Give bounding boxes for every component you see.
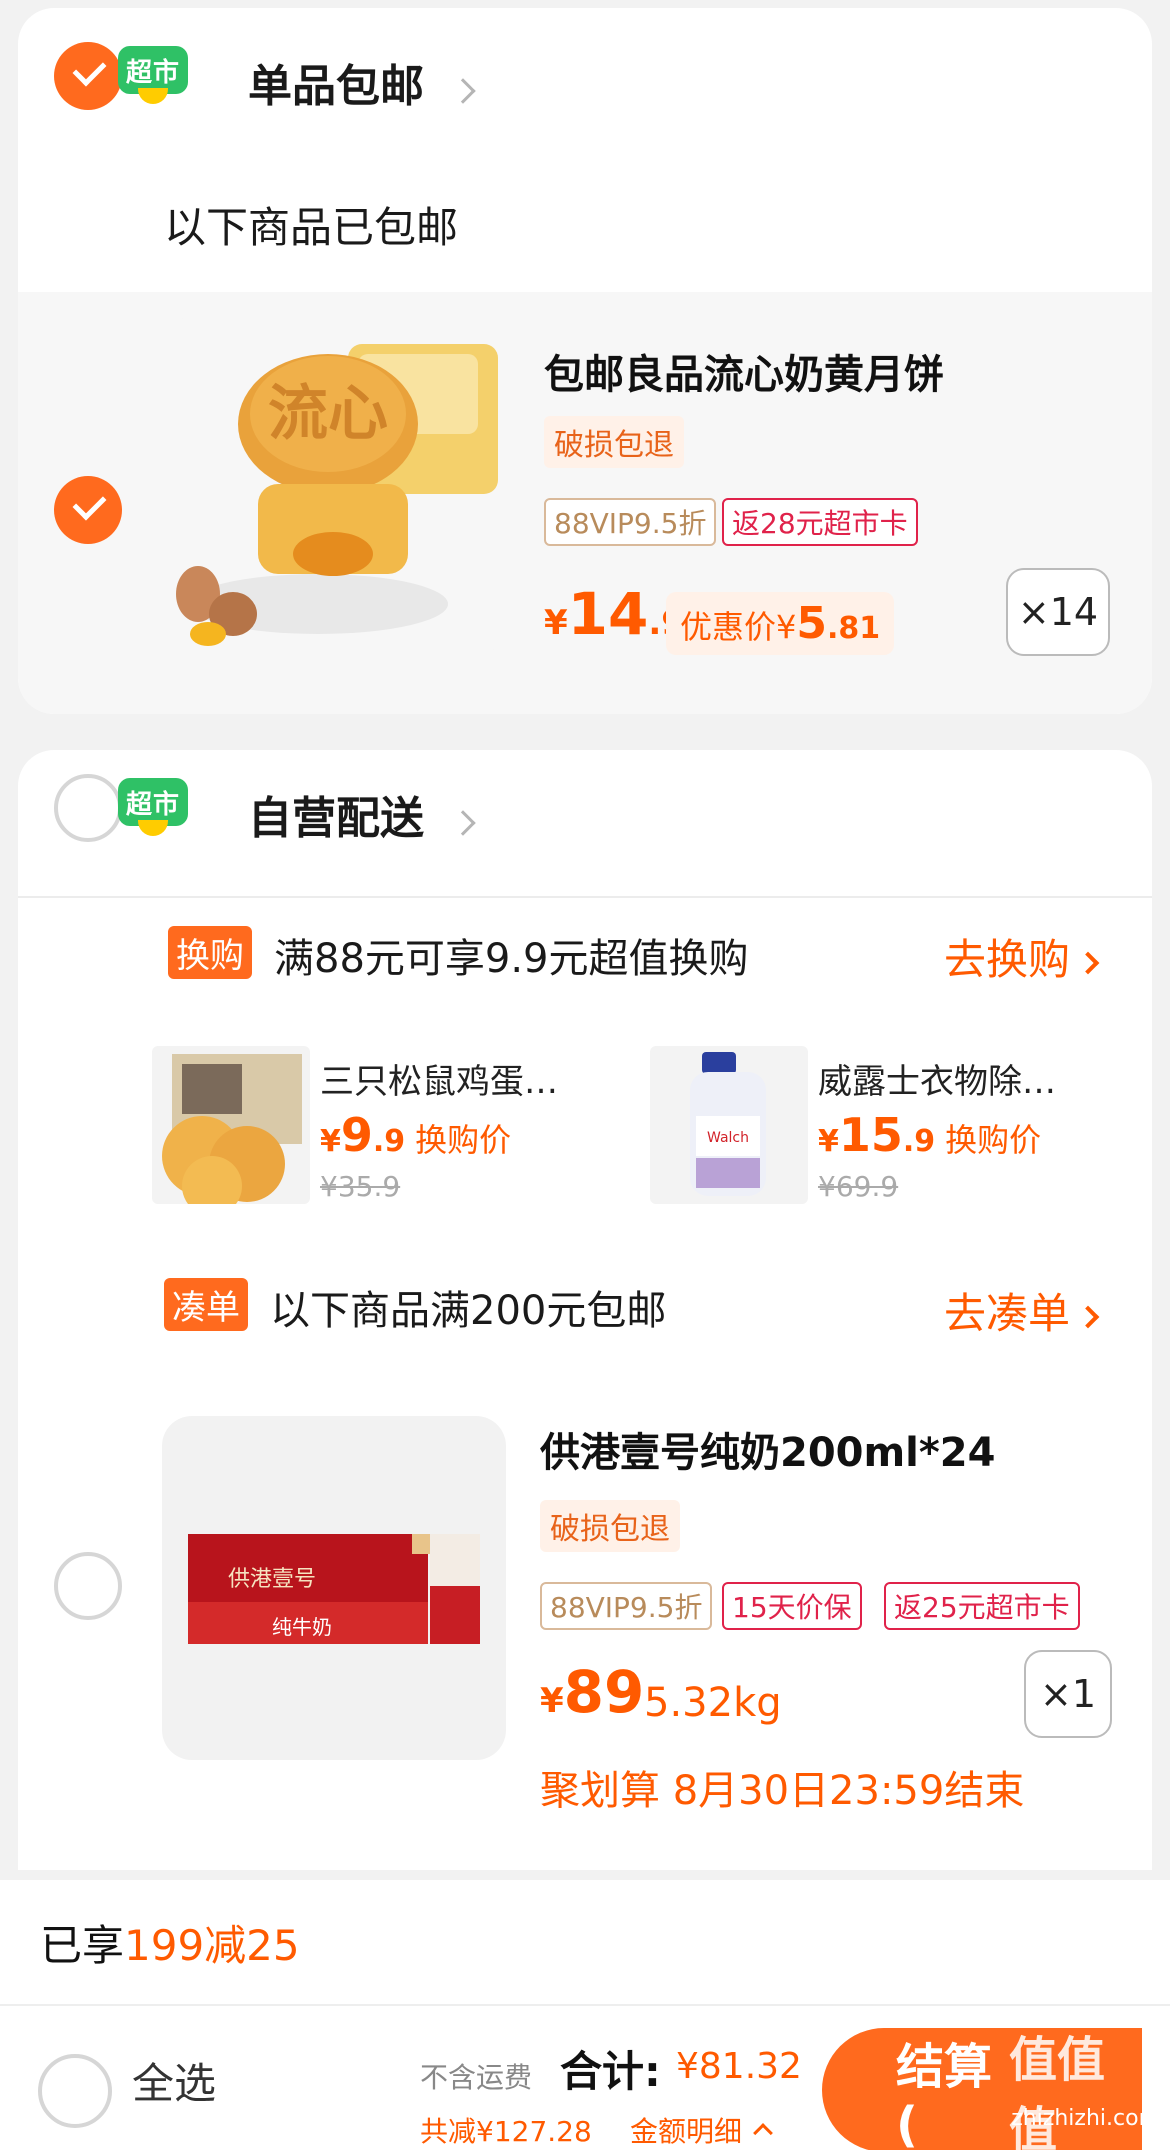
swap-item-name[interactable]: 三只松鼠鸡蛋… — [320, 1054, 558, 1103]
swap-promo-text: 满88元可享9.9元超值换购 — [274, 936, 749, 982]
tag-supermarket-card: 返25元超市卡 — [884, 1582, 1080, 1630]
group-title[interactable]: 单品包邮 — [248, 50, 424, 114]
svg-text:Walch: Walch — [707, 1130, 749, 1146]
swap-item-price: ¥9.9 换购价 — [320, 1108, 512, 1162]
item-weight: 5.32kg — [644, 1680, 782, 1726]
chevron-right-icon — [1076, 951, 1100, 974]
tag-price-guarantee: 15天价保 — [722, 1582, 862, 1630]
svg-text:纯牛奶: 纯牛奶 — [272, 1615, 332, 1639]
chevron-right-icon[interactable] — [450, 78, 476, 104]
total-value: ¥81.32 — [676, 2046, 802, 2087]
go-bundle-link[interactable]: 去凑单 — [944, 1280, 1100, 1341]
bundle-promo-text: 以下商品满200元包邮 — [270, 1288, 667, 1334]
promo-price: 优惠价¥5.81 — [666, 592, 895, 655]
group-subtitle: 以下商品已包邮 — [164, 203, 459, 252]
product-title[interactable]: 供港壹号纯奶200ml*24 — [540, 1420, 995, 1478]
tag-damage-return: 破损包退 — [540, 1500, 680, 1552]
group-title[interactable]: 自营配送 — [248, 782, 424, 846]
tag-damage-return: 破损包退 — [544, 416, 684, 468]
swap-badge: 换购 — [168, 926, 252, 979]
bundle-badge: 凑单 — [164, 1278, 248, 1331]
swap-item-image[interactable]: Walch — [650, 1046, 808, 1204]
swap-item-image[interactable] — [152, 1046, 310, 1204]
total-label: 合计: — [560, 2047, 661, 2096]
juhuasuan-deal: 聚划算 8月30日23:59结束 — [540, 1768, 1025, 1814]
cart-item: 流心 包邮良品流心奶黄月饼 破损包退 88VIP9.5折 返28元超市卡 ¥14… — [18, 292, 1152, 714]
group-checkbox-unchecked[interactable] — [54, 774, 122, 842]
swap-item-old-price: ¥35.9 — [320, 1170, 401, 1203]
checkout-button[interactable]: 结算(值值值 — [822, 2028, 1142, 2150]
checkout-bar: 全选 不含运费 合计: ¥81.32 共减¥127.28 金额明细 结算(值值值 — [0, 2004, 1170, 2150]
quantity-button[interactable]: ×1 — [1024, 1650, 1112, 1738]
item-checkbox-unchecked[interactable] — [54, 1552, 122, 1620]
item-price: ¥89 — [540, 1658, 645, 1726]
group-checkbox-checked[interactable] — [54, 42, 122, 110]
chaoshi-badge-icon: 超市 — [118, 778, 188, 838]
chaoshi-badge-icon: 超市 — [118, 46, 188, 106]
shop-group-self-delivery: 超市 自营配送 换购 满88元可享9.9元超值换购 去换购 三只松鼠鸡蛋… ¥9… — [18, 750, 1152, 1870]
item-price: ¥14.9 — [544, 580, 685, 648]
total-reduced: 共减¥127.28 — [420, 2115, 592, 2148]
milk-product-image[interactable]: 供港壹号 纯牛奶 — [162, 1416, 506, 1760]
divider — [18, 896, 1152, 898]
go-swap-link[interactable]: 去换购 — [944, 926, 1100, 987]
select-all-checkbox[interactable] — [38, 2054, 112, 2128]
shop-group-free-shipping: 超市 单品包邮 以下商品已包邮 流心 包邮良品流心奶黄月饼 破损包退 88VIP… — [18, 8, 1152, 714]
product-title[interactable]: 包邮良品流心奶黄月饼 — [544, 342, 944, 400]
swap-item-price: ¥15.9 换购价 — [818, 1108, 1042, 1162]
amount-detail-toggle[interactable]: 金额明细 — [630, 2110, 773, 2150]
chevron-right-icon[interactable] — [450, 810, 476, 836]
tag-supermarket-card: 返28元超市卡 — [722, 498, 918, 546]
svg-text:流心: 流心 — [268, 379, 388, 449]
discount-tip: 已享 199减25 — [0, 1880, 1170, 2004]
tag-88vip: 88VIP9.5折 — [544, 498, 717, 546]
quantity-button[interactable]: ×14 — [1006, 568, 1110, 656]
shipping-note: 不含运费 — [420, 2061, 533, 2094]
chevron-up-icon — [753, 2123, 773, 2143]
mooncake-product-image[interactable]: 流心 — [168, 314, 508, 654]
svg-text:供港壹号: 供港壹号 — [228, 1567, 316, 1592]
tag-88vip: 88VIP9.5折 — [540, 1582, 713, 1630]
select-all-label[interactable]: 全选 — [132, 2050, 216, 2111]
chevron-right-icon — [1076, 1305, 1100, 1328]
swap-item-name[interactable]: 威露士衣物除… — [818, 1054, 1056, 1103]
swap-item-old-price: ¥69.9 — [818, 1170, 899, 1203]
watermark-url: zhizhizhi.com — [1011, 2106, 1160, 2131]
item-checkbox-checked[interactable] — [54, 476, 122, 544]
